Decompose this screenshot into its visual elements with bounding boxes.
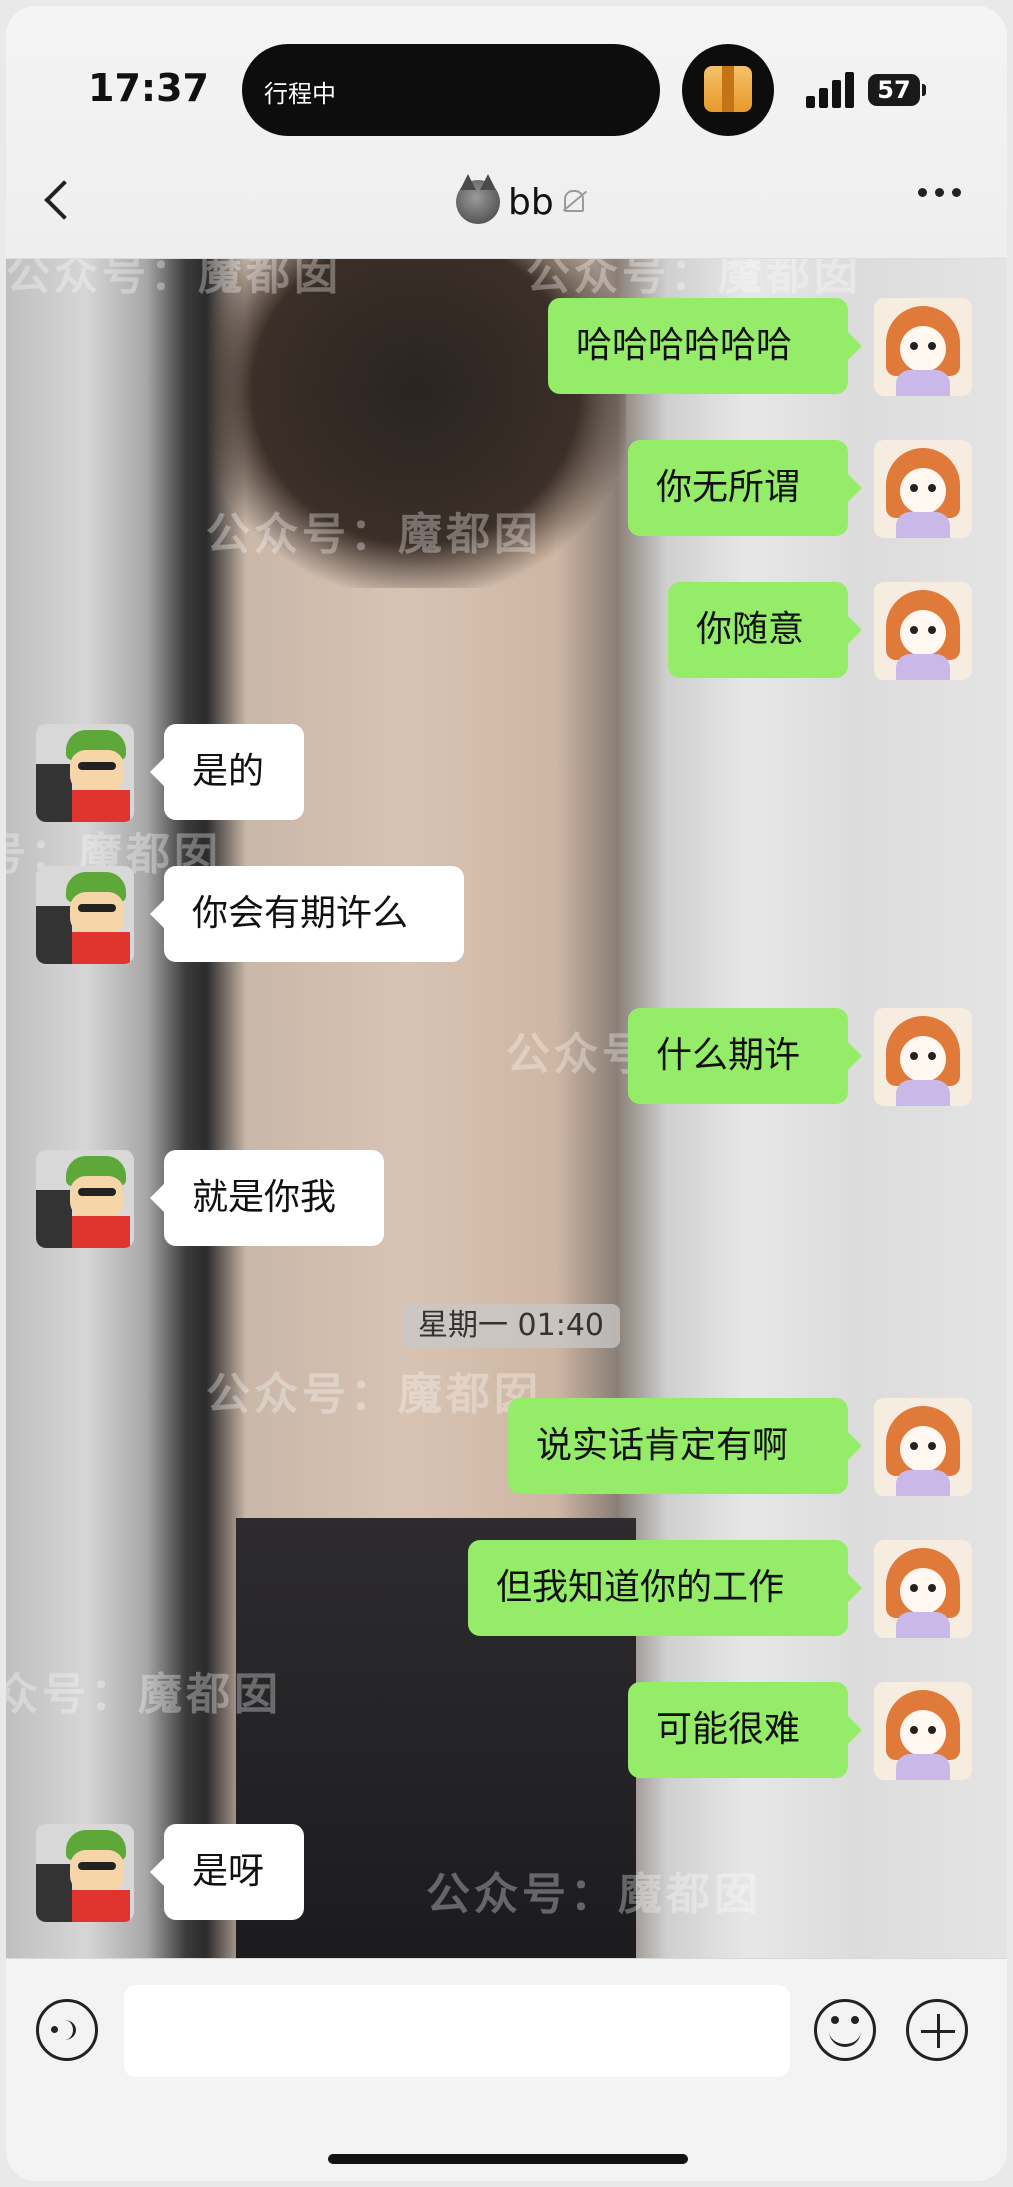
island-live-activity[interactable]	[682, 44, 774, 136]
message-row: 但我知道你的工作	[6, 1540, 1007, 1640]
sent-bubble[interactable]: 但我知道你的工作	[468, 1540, 862, 1636]
home-indicator[interactable]	[328, 2154, 688, 2164]
sent-bubble[interactable]: 哈哈哈哈哈哈	[548, 298, 862, 394]
received-bubble[interactable]: 是的	[150, 724, 304, 820]
received-bubble[interactable]: 你会有期许么	[150, 866, 464, 962]
phone-screen: 17:37 行程中 57 bb 公众号：魔都囡 公众号：魔都囡 公众号：魔都囡 …	[6, 6, 1007, 2181]
dynamic-island[interactable]: 行程中	[242, 44, 660, 136]
package-icon	[704, 66, 752, 112]
chat-area[interactable]: 公众号：魔都囡 公众号：魔都囡 公众号：魔都囡 公众号：魔都囡 公众号：魔都囡 …	[6, 258, 1007, 1958]
message-row: 什么期许	[6, 1008, 1007, 1108]
contact-avatar[interactable]	[36, 724, 134, 822]
mute-bell-icon	[562, 188, 586, 216]
my-avatar[interactable]	[874, 1540, 972, 1638]
watermark: 公众号：魔都囡	[526, 258, 862, 300]
more-options-icon[interactable]	[918, 188, 961, 197]
my-avatar[interactable]	[874, 1398, 972, 1496]
message-row: 就是你我	[6, 1150, 1007, 1250]
chat-title-text: bb	[508, 181, 554, 223]
message-timestamp: 星期一 01:40	[402, 1304, 620, 1348]
island-activity-label: 行程中	[264, 80, 336, 108]
cellular-signal-icon	[806, 70, 856, 108]
my-avatar[interactable]	[874, 1682, 972, 1780]
top-bar: 17:37 行程中 57 bb	[6, 6, 1007, 259]
voice-input-icon[interactable]	[36, 1999, 98, 2061]
sent-bubble[interactable]: 可能很难	[628, 1682, 862, 1778]
back-icon[interactable]	[44, 180, 84, 220]
contact-avatar[interactable]	[36, 1150, 134, 1248]
message-row: 你会有期许么	[6, 866, 1007, 966]
status-time: 17:37	[88, 66, 209, 110]
emoji-icon[interactable]	[814, 1999, 876, 2061]
message-row: 你随意	[6, 582, 1007, 682]
message-input[interactable]	[124, 1985, 790, 2077]
input-bar	[6, 1958, 1007, 2181]
wolf-emoji-icon	[456, 174, 500, 224]
message-row: 是呀	[6, 1824, 1007, 1924]
received-bubble[interactable]: 就是你我	[150, 1150, 384, 1246]
contact-avatar[interactable]	[36, 1824, 134, 1922]
message-row: 是的	[6, 724, 1007, 824]
message-row: 可能很难	[6, 1682, 1007, 1782]
message-row: 说实话肯定有啊	[6, 1398, 1007, 1498]
received-bubble[interactable]: 是呀	[150, 1824, 304, 1920]
sent-bubble[interactable]: 你无所谓	[628, 440, 862, 536]
my-avatar[interactable]	[874, 440, 972, 538]
message-row: 哈哈哈哈哈哈	[6, 298, 1007, 398]
my-avatar[interactable]	[874, 1008, 972, 1106]
chat-title[interactable]: bb	[456, 174, 586, 228]
my-avatar[interactable]	[874, 298, 972, 396]
plus-icon[interactable]	[906, 1999, 968, 2061]
sent-bubble[interactable]: 你随意	[668, 582, 862, 678]
sent-bubble[interactable]: 什么期许	[628, 1008, 862, 1104]
sent-bubble[interactable]: 说实话肯定有啊	[508, 1398, 862, 1494]
battery-icon: 57	[868, 74, 926, 106]
message-row: 你无所谓	[6, 440, 1007, 540]
my-avatar[interactable]	[874, 582, 972, 680]
contact-avatar[interactable]	[36, 866, 134, 964]
watermark: 公众号：魔都囡	[6, 258, 342, 300]
